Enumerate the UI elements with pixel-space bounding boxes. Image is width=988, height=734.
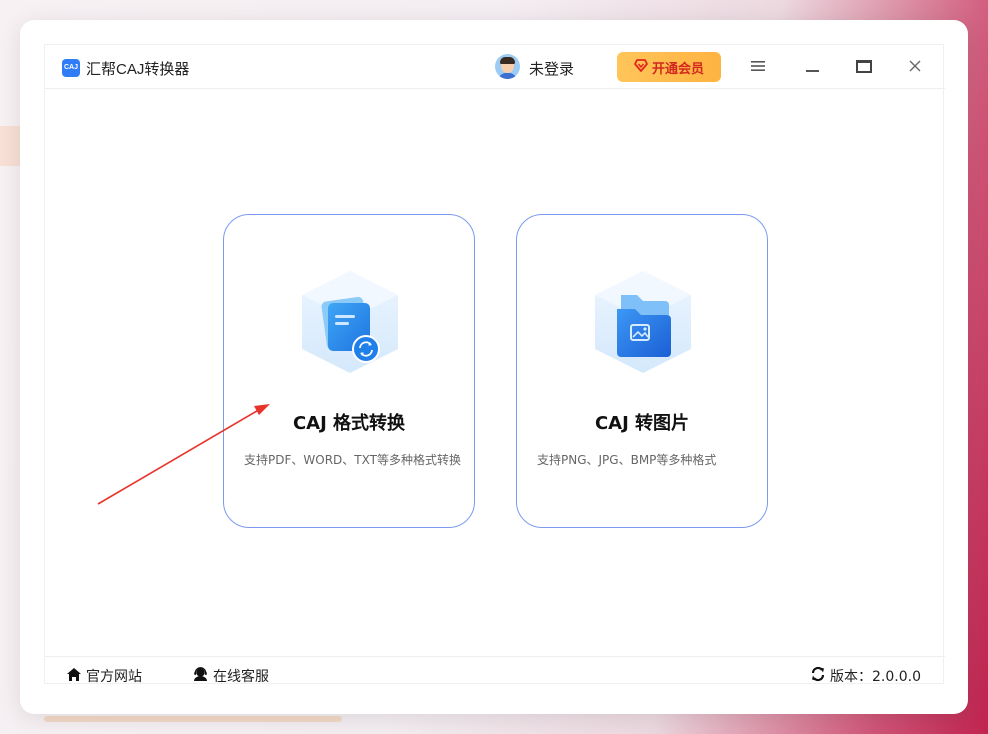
card-title: CAJ 转图片 (594, 413, 690, 434)
background-bar (44, 716, 342, 722)
online-service-label: 在线客服 (213, 669, 269, 685)
caj-format-convert-card[interactable]: CAJ 格式转换 支持PDF、WORD、TXT等多种格式转换 (223, 214, 475, 528)
official-website-link[interactable]: 官方网站 (66, 666, 142, 686)
caj-to-image-card[interactable]: CAJ 转图片 支持PNG、JPG、BMP等多种格式 (516, 214, 768, 528)
document-convert-icon (294, 265, 406, 377)
refresh-icon (810, 666, 826, 686)
image-folder-icon (587, 265, 699, 377)
vip-button[interactable]: 开通会员 (617, 52, 721, 82)
app-content: CAJ 汇帮CAJ转换器 未登录 开通会员 CAJ 格式转换 支持PDF、WOR… (44, 44, 945, 685)
login-status[interactable]: 未登录 (529, 58, 574, 79)
official-website-label: 官方网站 (86, 669, 142, 685)
user-avatar[interactable] (495, 54, 520, 79)
version-info[interactable]: 版本：2.0.0.0 (810, 666, 921, 686)
close-icon[interactable] (903, 55, 927, 79)
app-title: 汇帮CAJ转换器 (86, 61, 190, 78)
vip-button-label: 开通会员 (651, 61, 704, 77)
customer-service-icon (192, 666, 209, 686)
app-window: CAJ 汇帮CAJ转换器 未登录 开通会员 CAJ 格式转换 支持PDF、WOR… (20, 20, 968, 714)
card-title: CAJ 格式转换 (292, 413, 406, 434)
online-service-link[interactable]: 在线客服 (192, 666, 269, 686)
footer-bar: 官方网站 在线客服 版本：2.0.0.0 (45, 656, 945, 685)
menu-icon[interactable] (746, 55, 770, 79)
maximize-icon[interactable] (852, 55, 876, 79)
diamond-icon (634, 58, 648, 76)
app-logo-icon: CAJ (62, 59, 80, 77)
version-label: 版本：2.0.0.0 (830, 669, 921, 685)
title-bar[interactable]: CAJ 汇帮CAJ转换器 未登录 开通会员 (45, 45, 945, 89)
card-description: 支持PDF、WORD、TXT等多种格式转换 (244, 453, 461, 467)
home-icon (66, 667, 82, 686)
minimize-icon[interactable] (800, 55, 824, 79)
card-description: 支持PNG、JPG、BMP等多种格式 (537, 453, 717, 467)
